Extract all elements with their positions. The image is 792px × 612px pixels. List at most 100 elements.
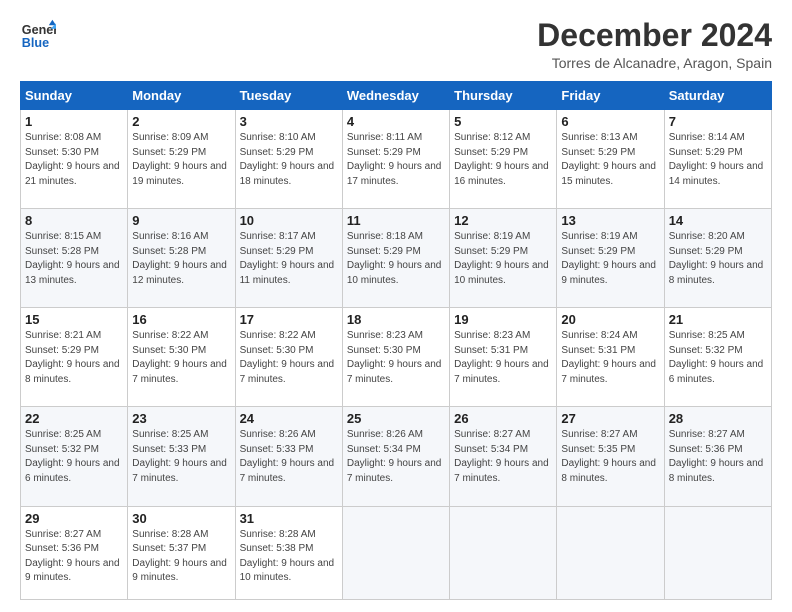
table-row: 28 Sunrise: 8:27 AMSunset: 5:36 PMDaylig… bbox=[664, 407, 771, 506]
table-row: 9 Sunrise: 8:16 AMSunset: 5:28 PMDayligh… bbox=[128, 209, 235, 308]
day-info: Sunrise: 8:08 AMSunset: 5:30 PMDaylight:… bbox=[25, 132, 120, 187]
table-row: 12 Sunrise: 8:19 AMSunset: 5:29 PMDaylig… bbox=[450, 209, 557, 308]
day-number: 18 bbox=[347, 312, 445, 327]
table-row: 6 Sunrise: 8:13 AMSunset: 5:29 PMDayligh… bbox=[557, 110, 664, 209]
table-row: 17 Sunrise: 8:22 AMSunset: 5:30 PMDaylig… bbox=[235, 308, 342, 407]
table-row: 24 Sunrise: 8:26 AMSunset: 5:33 PMDaylig… bbox=[235, 407, 342, 506]
day-info: Sunrise: 8:12 AMSunset: 5:29 PMDaylight:… bbox=[454, 132, 549, 187]
day-number: 6 bbox=[561, 114, 659, 129]
header-saturday: Saturday bbox=[664, 82, 771, 110]
header-wednesday: Wednesday bbox=[342, 82, 449, 110]
svg-text:Blue: Blue bbox=[22, 36, 49, 50]
day-info: Sunrise: 8:23 AMSunset: 5:30 PMDaylight:… bbox=[347, 330, 442, 385]
table-row bbox=[450, 506, 557, 600]
day-number: 5 bbox=[454, 114, 552, 129]
day-number: 8 bbox=[25, 213, 123, 228]
day-number: 31 bbox=[240, 511, 338, 526]
day-info: Sunrise: 8:27 AMSunset: 5:34 PMDaylight:… bbox=[454, 429, 549, 484]
day-info: Sunrise: 8:25 AMSunset: 5:33 PMDaylight:… bbox=[132, 429, 227, 484]
table-row: 1 Sunrise: 8:08 AMSunset: 5:30 PMDayligh… bbox=[21, 110, 128, 209]
table-row: 29 Sunrise: 8:27 AMSunset: 5:36 PMDaylig… bbox=[21, 506, 128, 600]
table-row: 21 Sunrise: 8:25 AMSunset: 5:32 PMDaylig… bbox=[664, 308, 771, 407]
table-row: 8 Sunrise: 8:15 AMSunset: 5:28 PMDayligh… bbox=[21, 209, 128, 308]
weekday-header-row: Sunday Monday Tuesday Wednesday Thursday… bbox=[21, 82, 772, 110]
day-info: Sunrise: 8:16 AMSunset: 5:28 PMDaylight:… bbox=[132, 231, 227, 286]
header: General Blue December 2024 Torres de Alc… bbox=[20, 18, 772, 71]
day-info: Sunrise: 8:28 AMSunset: 5:38 PMDaylight:… bbox=[240, 529, 335, 584]
day-info: Sunrise: 8:20 AMSunset: 5:29 PMDaylight:… bbox=[669, 231, 764, 286]
header-sunday: Sunday bbox=[21, 82, 128, 110]
day-number: 19 bbox=[454, 312, 552, 327]
table-row: 14 Sunrise: 8:20 AMSunset: 5:29 PMDaylig… bbox=[664, 209, 771, 308]
day-number: 1 bbox=[25, 114, 123, 129]
day-info: Sunrise: 8:26 AMSunset: 5:34 PMDaylight:… bbox=[347, 429, 442, 484]
calendar-table: Sunday Monday Tuesday Wednesday Thursday… bbox=[20, 81, 772, 600]
table-row: 15 Sunrise: 8:21 AMSunset: 5:29 PMDaylig… bbox=[21, 308, 128, 407]
day-number: 21 bbox=[669, 312, 767, 327]
day-info: Sunrise: 8:26 AMSunset: 5:33 PMDaylight:… bbox=[240, 429, 335, 484]
header-thursday: Thursday bbox=[450, 82, 557, 110]
table-row: 11 Sunrise: 8:18 AMSunset: 5:29 PMDaylig… bbox=[342, 209, 449, 308]
day-number: 9 bbox=[132, 213, 230, 228]
table-row: 23 Sunrise: 8:25 AMSunset: 5:33 PMDaylig… bbox=[128, 407, 235, 506]
day-number: 20 bbox=[561, 312, 659, 327]
day-number: 12 bbox=[454, 213, 552, 228]
table-row: 13 Sunrise: 8:19 AMSunset: 5:29 PMDaylig… bbox=[557, 209, 664, 308]
day-number: 26 bbox=[454, 411, 552, 426]
day-info: Sunrise: 8:23 AMSunset: 5:31 PMDaylight:… bbox=[454, 330, 549, 385]
day-info: Sunrise: 8:17 AMSunset: 5:29 PMDaylight:… bbox=[240, 231, 335, 286]
day-info: Sunrise: 8:27 AMSunset: 5:36 PMDaylight:… bbox=[25, 529, 120, 584]
day-number: 15 bbox=[25, 312, 123, 327]
day-number: 13 bbox=[561, 213, 659, 228]
table-row: 7 Sunrise: 8:14 AMSunset: 5:29 PMDayligh… bbox=[664, 110, 771, 209]
day-info: Sunrise: 8:13 AMSunset: 5:29 PMDaylight:… bbox=[561, 132, 656, 187]
day-info: Sunrise: 8:22 AMSunset: 5:30 PMDaylight:… bbox=[240, 330, 335, 385]
day-number: 30 bbox=[132, 511, 230, 526]
day-number: 23 bbox=[132, 411, 230, 426]
page: General Blue December 2024 Torres de Alc… bbox=[0, 0, 792, 612]
day-number: 10 bbox=[240, 213, 338, 228]
table-row: 27 Sunrise: 8:27 AMSunset: 5:35 PMDaylig… bbox=[557, 407, 664, 506]
table-row: 26 Sunrise: 8:27 AMSunset: 5:34 PMDaylig… bbox=[450, 407, 557, 506]
table-row: 31 Sunrise: 8:28 AMSunset: 5:38 PMDaylig… bbox=[235, 506, 342, 600]
header-monday: Monday bbox=[128, 82, 235, 110]
day-number: 7 bbox=[669, 114, 767, 129]
day-number: 29 bbox=[25, 511, 123, 526]
day-info: Sunrise: 8:27 AMSunset: 5:36 PMDaylight:… bbox=[669, 429, 764, 484]
day-info: Sunrise: 8:25 AMSunset: 5:32 PMDaylight:… bbox=[669, 330, 764, 385]
day-number: 17 bbox=[240, 312, 338, 327]
day-number: 14 bbox=[669, 213, 767, 228]
table-row bbox=[342, 506, 449, 600]
table-row: 19 Sunrise: 8:23 AMSunset: 5:31 PMDaylig… bbox=[450, 308, 557, 407]
day-info: Sunrise: 8:14 AMSunset: 5:29 PMDaylight:… bbox=[669, 132, 764, 187]
table-row: 5 Sunrise: 8:12 AMSunset: 5:29 PMDayligh… bbox=[450, 110, 557, 209]
table-row bbox=[557, 506, 664, 600]
table-row: 20 Sunrise: 8:24 AMSunset: 5:31 PMDaylig… bbox=[557, 308, 664, 407]
day-number: 2 bbox=[132, 114, 230, 129]
logo: General Blue bbox=[20, 18, 56, 54]
table-row: 4 Sunrise: 8:11 AMSunset: 5:29 PMDayligh… bbox=[342, 110, 449, 209]
day-info: Sunrise: 8:18 AMSunset: 5:29 PMDaylight:… bbox=[347, 231, 442, 286]
day-number: 4 bbox=[347, 114, 445, 129]
day-number: 3 bbox=[240, 114, 338, 129]
table-row: 30 Sunrise: 8:28 AMSunset: 5:37 PMDaylig… bbox=[128, 506, 235, 600]
day-number: 16 bbox=[132, 312, 230, 327]
header-tuesday: Tuesday bbox=[235, 82, 342, 110]
table-row: 22 Sunrise: 8:25 AMSunset: 5:32 PMDaylig… bbox=[21, 407, 128, 506]
table-row: 25 Sunrise: 8:26 AMSunset: 5:34 PMDaylig… bbox=[342, 407, 449, 506]
day-info: Sunrise: 8:28 AMSunset: 5:37 PMDaylight:… bbox=[132, 529, 227, 584]
table-row: 18 Sunrise: 8:23 AMSunset: 5:30 PMDaylig… bbox=[342, 308, 449, 407]
day-info: Sunrise: 8:15 AMSunset: 5:28 PMDaylight:… bbox=[25, 231, 120, 286]
day-number: 28 bbox=[669, 411, 767, 426]
day-info: Sunrise: 8:24 AMSunset: 5:31 PMDaylight:… bbox=[561, 330, 656, 385]
subtitle: Torres de Alcanadre, Aragon, Spain bbox=[537, 55, 772, 71]
day-info: Sunrise: 8:25 AMSunset: 5:32 PMDaylight:… bbox=[25, 429, 120, 484]
table-row: 16 Sunrise: 8:22 AMSunset: 5:30 PMDaylig… bbox=[128, 308, 235, 407]
table-row bbox=[664, 506, 771, 600]
day-number: 24 bbox=[240, 411, 338, 426]
logo-icon: General Blue bbox=[20, 18, 56, 54]
day-number: 25 bbox=[347, 411, 445, 426]
day-info: Sunrise: 8:11 AMSunset: 5:29 PMDaylight:… bbox=[347, 132, 442, 187]
day-number: 11 bbox=[347, 213, 445, 228]
day-info: Sunrise: 8:19 AMSunset: 5:29 PMDaylight:… bbox=[561, 231, 656, 286]
